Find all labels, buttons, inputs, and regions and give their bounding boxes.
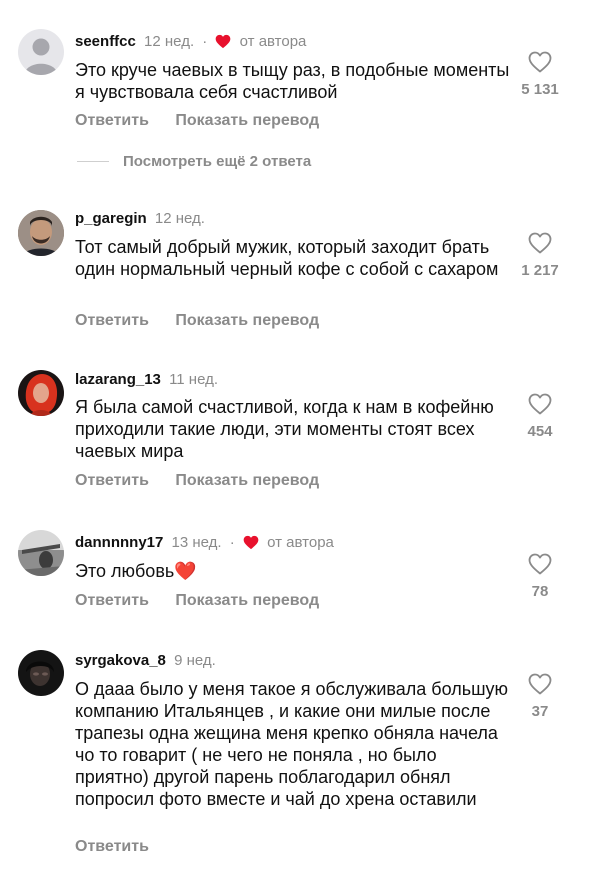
- username[interactable]: dannnnny17: [75, 534, 163, 551]
- username[interactable]: seenffcc: [75, 33, 136, 50]
- like-group: 37: [515, 673, 565, 720]
- like-group: 1 217: [515, 232, 565, 279]
- comment-meta: dannnnny17 13 нед. · от автора: [75, 534, 334, 551]
- heart-icon[interactable]: [528, 51, 552, 73]
- reply-button[interactable]: Ответить: [75, 112, 149, 129]
- avatar[interactable]: [18, 530, 64, 576]
- comment-meta: seenffcc 12 нед. · от автора: [75, 33, 306, 50]
- translate-button[interactable]: Показать перевод: [175, 472, 319, 489]
- username[interactable]: p_garegin: [75, 210, 147, 227]
- comment-meta: p_garegin 12 нед.: [75, 210, 205, 227]
- like-count: 37: [531, 703, 549, 720]
- separator-dot: ·: [202, 33, 208, 50]
- reply-button[interactable]: Ответить: [75, 838, 149, 855]
- comment-text: Это любовь❤️: [75, 561, 197, 581]
- comment-actions: Ответить Показать перевод: [75, 592, 341, 610]
- translate-button[interactable]: Показать перевод: [175, 112, 319, 129]
- heart-icon[interactable]: [528, 553, 552, 575]
- like-count: 78: [531, 583, 549, 600]
- heart-icon[interactable]: [528, 673, 552, 695]
- default-avatar-icon: [24, 38, 58, 75]
- timestamp: 12 нед.: [144, 33, 195, 50]
- view-more-replies[interactable]: Посмотреть ещё 2 ответа: [77, 153, 311, 170]
- translate-button[interactable]: Показать перевод: [175, 312, 319, 329]
- timestamp: 12 нед.: [154, 210, 205, 227]
- avatar-photo: [18, 370, 64, 416]
- author-liked-label: от автора: [239, 33, 307, 50]
- timestamp: 11 нед.: [169, 371, 219, 388]
- heart-icon[interactable]: [528, 232, 552, 254]
- avatar[interactable]: [18, 650, 64, 696]
- avatar-photo: [18, 210, 64, 256]
- avatar[interactable]: [18, 29, 64, 75]
- comment-actions: Ответить: [75, 838, 171, 856]
- comment-text: Я была самой счастливой, когда к нам в к…: [75, 397, 494, 461]
- author-heart-icon: [243, 535, 259, 550]
- comment-actions: Ответить Показать перевод: [75, 472, 341, 490]
- comment-actions: Ответить Показать перевод: [75, 112, 341, 130]
- username[interactable]: syrgakova_8: [75, 652, 166, 669]
- heart-icon[interactable]: [528, 393, 552, 415]
- comment-text: Тот самый добрый мужик, который заходит …: [75, 237, 499, 279]
- reply-button[interactable]: Ответить: [75, 472, 149, 489]
- reply-button[interactable]: Ответить: [75, 592, 149, 609]
- view-more-replies-label: Посмотреть ещё 2 ответа: [123, 153, 312, 170]
- comment-actions: Ответить Показать перевод: [75, 312, 341, 330]
- avatar-photo: [18, 530, 64, 576]
- comment-meta: syrgakova_8 9 нед.: [75, 652, 216, 669]
- username[interactable]: lazarang_13: [75, 371, 161, 388]
- comment-meta: lazarang_13 11 нед.: [75, 371, 218, 388]
- avatar[interactable]: [18, 210, 64, 256]
- timestamp: 13 нед.: [171, 534, 222, 551]
- like-count: 5 131: [521, 81, 559, 98]
- like-group: 454: [515, 393, 565, 440]
- separator-dot: ·: [229, 534, 235, 551]
- timestamp: 9 нед.: [174, 652, 216, 669]
- translate-button[interactable]: Показать перевод: [175, 592, 319, 609]
- like-group: 78: [515, 553, 565, 600]
- reply-button[interactable]: Ответить: [75, 312, 149, 329]
- author-liked-label: от автора: [267, 534, 334, 551]
- like-count: 454: [527, 423, 553, 440]
- author-heart-icon: [216, 34, 231, 49]
- avatar[interactable]: [18, 370, 64, 416]
- like-group: 5 131: [515, 51, 565, 98]
- comment-text: Это круче чаевых в тыщу раз, в подобные …: [75, 60, 510, 102]
- like-count: 1 217: [521, 262, 559, 279]
- comment-text: О дааа было у меня такое я обслуживала б…: [75, 679, 509, 809]
- replies-divider: [77, 161, 109, 162]
- avatar-photo: [18, 650, 64, 696]
